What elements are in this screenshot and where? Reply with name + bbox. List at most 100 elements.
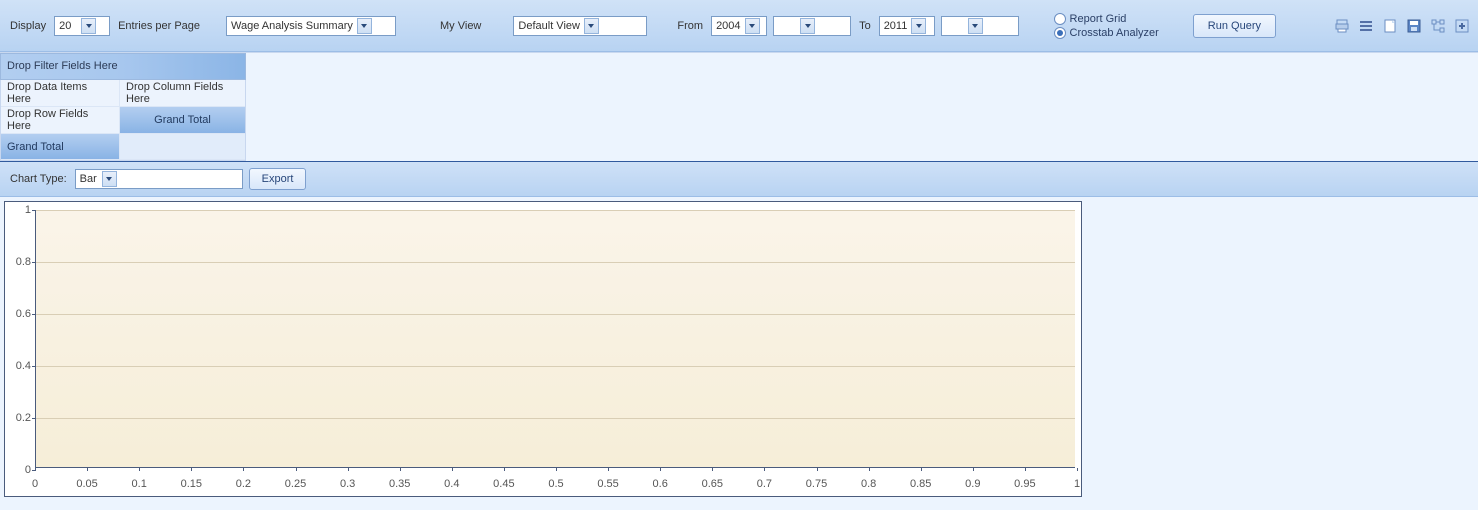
chevron-down-icon[interactable] — [81, 18, 96, 34]
chart-xtick — [660, 468, 661, 471]
chart-xtick-label: 0.3 — [340, 478, 355, 490]
to-year-select[interactable]: 2011 — [879, 16, 935, 36]
from-year-select[interactable]: 2004 — [711, 16, 767, 36]
chart-xtick — [869, 468, 870, 471]
chart-xtick-label: 0.95 — [1014, 478, 1035, 490]
toolbar: Display 20 Entries per Page Wage Analysi… — [0, 0, 1478, 52]
chart-xtick — [139, 468, 140, 471]
chart-xtick-label: 0.5 — [548, 478, 563, 490]
chart-xtick — [87, 468, 88, 471]
tree-icon[interactable] — [1430, 18, 1446, 34]
chart-xtick-label: 1 — [1074, 478, 1080, 490]
chart-xtick — [556, 468, 557, 471]
chart-type-select[interactable]: Bar — [75, 169, 243, 189]
chart-xtick-label: 0.75 — [806, 478, 827, 490]
view-select-value: Default View — [518, 20, 582, 32]
pivot-filter-drop[interactable]: Drop Filter Fields Here — [0, 53, 246, 80]
chart-ytick-label: 0.2 — [7, 412, 31, 424]
chart-gridline — [36, 314, 1075, 315]
expand-icon[interactable] — [1454, 18, 1470, 34]
save-icon[interactable] — [1406, 18, 1422, 34]
pivot-area: Drop Filter Fields Here Drop Data Items … — [0, 52, 1478, 161]
view-mode-radio-group: Report Grid Crosstab Analyzer — [1054, 13, 1159, 39]
to-extra-select[interactable] — [941, 16, 1019, 36]
chart-type-value: Bar — [80, 173, 100, 185]
chart-xtick-label: 0.55 — [597, 478, 618, 490]
chart-gridline — [36, 366, 1075, 367]
chart-xtick — [348, 468, 349, 471]
chart-xtick — [504, 468, 505, 471]
chart-xtick — [400, 468, 401, 471]
entries-per-page-label: Entries per Page — [118, 20, 200, 32]
from-extra-select[interactable] — [773, 16, 851, 36]
chart-xtick-label: 0.1 — [132, 478, 147, 490]
chart-ytick-label: 0 — [7, 464, 31, 476]
chart-xtick — [1077, 468, 1078, 471]
print-icon[interactable] — [1334, 18, 1350, 34]
chart-xtick-label: 0.35 — [389, 478, 410, 490]
chart-area: 00.20.40.60.8100.050.10.150.20.250.30.35… — [0, 197, 1478, 497]
report-grid-radio-label: Report Grid — [1070, 13, 1127, 25]
chart-xtick — [452, 468, 453, 471]
chart-xtick-label: 0.4 — [444, 478, 459, 490]
chart-xtick — [817, 468, 818, 471]
chevron-down-icon[interactable] — [357, 18, 372, 34]
to-year-value: 2011 — [884, 20, 910, 32]
chart-xtick — [243, 468, 244, 471]
from-label: From — [677, 20, 703, 32]
chart-gridline — [36, 262, 1075, 263]
chart-xtick — [973, 468, 974, 471]
page-size-select[interactable]: 20 — [54, 16, 110, 36]
chart-ytick — [32, 366, 35, 367]
chevron-down-icon[interactable] — [911, 18, 926, 34]
chart-ytick — [32, 262, 35, 263]
crosstab-radio[interactable] — [1054, 27, 1066, 39]
chart-ytick — [32, 314, 35, 315]
toolbar-icons — [1334, 18, 1470, 34]
pivot-data-drop[interactable]: Drop Data Items Here — [1, 80, 119, 107]
report-select[interactable]: Wage Analysis Summary — [226, 16, 396, 36]
chart-xtick — [712, 468, 713, 471]
chevron-down-icon[interactable] — [745, 18, 760, 34]
chart-xtick — [608, 468, 609, 471]
chart-xtick-label: 0.7 — [757, 478, 772, 490]
chart-xtick — [764, 468, 765, 471]
chart-ytick-label: 0.4 — [7, 360, 31, 372]
chart-ytick — [32, 210, 35, 211]
chart-xtick — [921, 468, 922, 471]
chart-toolbar: Chart Type: Bar Export — [0, 161, 1478, 197]
chevron-down-icon[interactable] — [584, 18, 599, 34]
chart-xtick — [1025, 468, 1026, 471]
document-icon[interactable] — [1382, 18, 1398, 34]
chart-xtick-label: 0.85 — [910, 478, 931, 490]
pivot-value-cell — [119, 134, 245, 160]
pivot-row-drop[interactable]: Drop Row Fields Here — [1, 107, 119, 134]
report-grid-radio[interactable] — [1054, 13, 1066, 25]
chart-ytick-label: 1 — [7, 204, 31, 216]
chart-xtick-label: 0.45 — [493, 478, 514, 490]
chevron-down-icon[interactable] — [102, 171, 117, 187]
chart-xtick — [191, 468, 192, 471]
chart-gridline — [36, 418, 1075, 419]
chart-ytick — [32, 418, 35, 419]
view-select[interactable]: Default View — [513, 16, 647, 36]
chart-xtick — [35, 468, 36, 471]
pivot-column-grand-total: Grand Total — [119, 107, 245, 134]
page-size-value: 20 — [59, 20, 79, 32]
chart-xtick-label: 0.15 — [181, 478, 202, 490]
chart-gridline — [36, 210, 1075, 211]
chevron-down-icon[interactable] — [800, 18, 815, 34]
export-button[interactable]: Export — [249, 168, 307, 190]
display-label: Display — [10, 20, 46, 32]
run-query-button[interactable]: Run Query — [1193, 14, 1276, 38]
chart-xtick-label: 0 — [32, 478, 38, 490]
from-year-value: 2004 — [716, 20, 742, 32]
chart-xtick-label: 0.65 — [702, 478, 723, 490]
list-icon[interactable] — [1358, 18, 1374, 34]
chart-type-label: Chart Type: — [10, 173, 67, 185]
crosstab-radio-label: Crosstab Analyzer — [1070, 27, 1159, 39]
pivot-column-drop[interactable]: Drop Column Fields Here — [119, 80, 245, 107]
chevron-down-icon[interactable] — [968, 18, 983, 34]
chart-xtick-label: 0.05 — [76, 478, 97, 490]
pivot-row-grand-total: Grand Total — [1, 134, 119, 160]
